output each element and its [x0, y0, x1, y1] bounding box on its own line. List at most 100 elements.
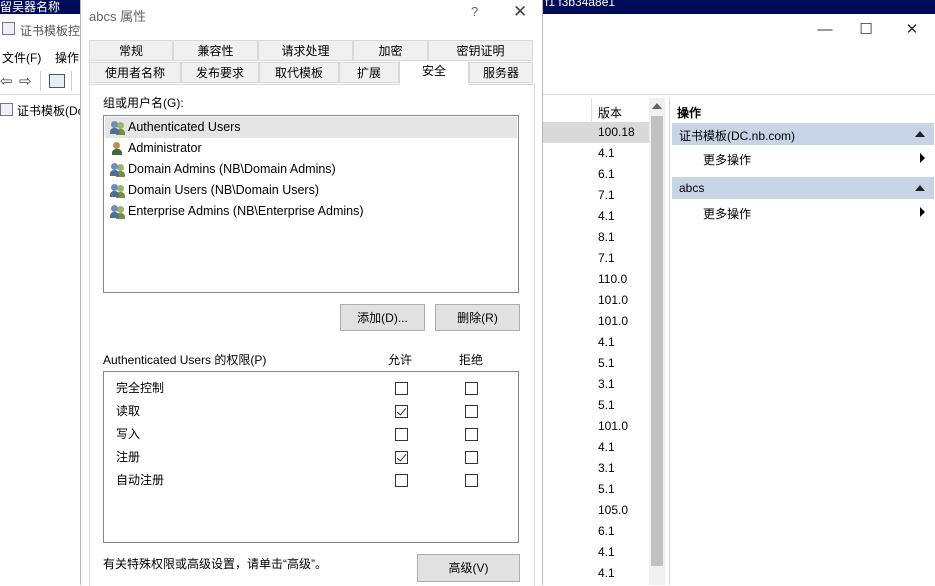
- permission-name: 读取: [116, 404, 141, 418]
- permission-name: 注册: [116, 450, 141, 464]
- menu-file[interactable]: 文件(F): [2, 49, 41, 66]
- template-version-row[interactable]: 4.1: [543, 437, 649, 458]
- user-list-item[interactable]: Domain Admins (NB\Domain Admins): [105, 159, 517, 180]
- user-list-item[interactable]: Administrator: [105, 138, 517, 159]
- action-item-label: 更多操作: [703, 207, 752, 221]
- user-list-item[interactable]: Authenticated Users: [105, 117, 517, 138]
- template-version-row[interactable]: 7.1: [543, 185, 649, 206]
- allow-checkbox[interactable]: [395, 451, 408, 464]
- template-version-row[interactable]: 105.0: [543, 500, 649, 521]
- template-version-row[interactable]: 5.1: [543, 353, 649, 374]
- tab-extensions[interactable]: 扩展: [339, 62, 399, 83]
- top-strip-right-text: f1 f3b34a8e1: [545, 0, 616, 9]
- template-node-icon: [0, 103, 13, 116]
- tab-server[interactable]: 服务器: [469, 62, 533, 83]
- users-listbox[interactable]: Authenticated Users Administrator Domain A…: [103, 115, 519, 293]
- allow-checkbox[interactable]: [395, 382, 408, 395]
- allow-checkbox[interactable]: [395, 474, 408, 487]
- user-name-label: Administrator: [128, 141, 202, 155]
- template-version-row[interactable]: 100.18: [543, 122, 649, 143]
- tab-compatibility[interactable]: 兼容性: [173, 40, 258, 61]
- template-version-row[interactable]: 5.1: [543, 479, 649, 500]
- action-group-cert-templates[interactable]: 证书模板(DC.nb.com): [672, 123, 934, 145]
- template-version-row[interactable]: 101.0: [543, 290, 649, 311]
- forward-arrow-icon[interactable]: ⇨: [19, 72, 32, 90]
- minimize-button[interactable]: —: [815, 22, 835, 38]
- template-version-row[interactable]: 110.0: [543, 269, 649, 290]
- tab-subject-name[interactable]: 使用者名称: [89, 62, 181, 83]
- user-list-item[interactable]: Enterprise Admins (NB\Enterprise Admins): [105, 201, 517, 222]
- maximize-button[interactable]: ☐: [856, 22, 876, 38]
- template-version-row[interactable]: 4.1: [543, 563, 649, 584]
- permission-row: 自动注册: [104, 467, 518, 489]
- allow-checkbox[interactable]: [395, 405, 408, 418]
- tab-request-handling[interactable]: 请求处理: [258, 40, 353, 61]
- scroll-up-icon[interactable]: [652, 103, 662, 109]
- template-version-row[interactable]: 5.1: [543, 395, 649, 416]
- back-arrow-icon[interactable]: ⇦: [0, 72, 13, 90]
- console-tree: 证书模板(Dc: [0, 98, 84, 585]
- allow-checkbox[interactable]: [395, 428, 408, 441]
- deny-checkbox[interactable]: [465, 405, 478, 418]
- version-list: 100.18 4.1 6.1 7.1 4.1 8.1 7.1 110.0 101.0 101.0 4…: [543, 122, 649, 584]
- template-version-row[interactable]: 6.1: [543, 521, 649, 542]
- template-version-row[interactable]: 101.0: [543, 416, 649, 437]
- action-group-abcs[interactable]: abcs: [672, 177, 934, 199]
- template-version-row[interactable]: 3.1: [543, 374, 649, 395]
- menu-action[interactable]: 操作: [55, 49, 79, 66]
- template-version-row[interactable]: 3.1: [543, 458, 649, 479]
- template-version-row[interactable]: 4.1: [543, 143, 649, 164]
- action-more-actions[interactable]: 更多操作: [672, 148, 934, 168]
- action-more-actions[interactable]: 更多操作: [672, 202, 934, 222]
- permission-row: 注册: [104, 444, 518, 466]
- console-tree-icon[interactable]: [49, 74, 65, 88]
- tab-cryptography[interactable]: 加密: [353, 40, 428, 61]
- deny-checkbox[interactable]: [465, 474, 478, 487]
- dialog-close-button[interactable]: ✕: [513, 2, 527, 22]
- deny-column-header: 拒绝: [459, 353, 484, 367]
- collapse-caret-icon[interactable]: [915, 185, 925, 191]
- template-version-row[interactable]: 101.0: [543, 311, 649, 332]
- advanced-button[interactable]: 高级(V): [417, 554, 520, 582]
- permission-name: 写入: [116, 427, 141, 441]
- version-column-header[interactable]: 版本: [543, 98, 649, 123]
- template-version-row[interactable]: 7.1: [543, 248, 649, 269]
- template-version-row[interactable]: 4.1: [543, 206, 649, 227]
- help-button[interactable]: ?: [471, 4, 478, 19]
- collapse-caret-icon[interactable]: [915, 131, 925, 137]
- add-button[interactable]: 添加(D)...: [340, 304, 425, 331]
- action-group-label: 证书模板(DC.nb.com): [679, 129, 796, 143]
- deny-checkbox[interactable]: [465, 428, 478, 441]
- deny-checkbox[interactable]: [465, 382, 478, 395]
- group-users-icon: [110, 163, 126, 177]
- vertical-scrollbar[interactable]: [649, 98, 665, 585]
- version-header-label: 版本: [598, 106, 623, 120]
- tree-node-cert-templates[interactable]: 证书模板(Dc: [17, 102, 84, 119]
- user-icon: [110, 142, 126, 156]
- template-version-row[interactable]: 4.1: [543, 332, 649, 353]
- user-name-label: Domain Admins (NB\Domain Admins): [128, 162, 336, 176]
- template-version-row[interactable]: 8.1: [543, 227, 649, 248]
- tab-issuance-requirements[interactable]: 发布要求: [181, 62, 259, 83]
- user-name-label: Authenticated Users: [128, 120, 241, 134]
- tab-security[interactable]: 安全: [399, 60, 469, 85]
- tab-general[interactable]: 常规: [89, 40, 173, 61]
- app-icon: [2, 22, 15, 35]
- deny-checkbox[interactable]: [465, 451, 478, 464]
- permissions-title: Authenticated Users 的权限(P): [103, 353, 267, 367]
- template-version-row[interactable]: 4.1: [543, 542, 649, 563]
- template-version-row[interactable]: 6.1: [543, 164, 649, 185]
- tab-key-attestation[interactable]: 密钥证明: [428, 40, 533, 61]
- group-users-icon: [110, 184, 126, 198]
- remove-button[interactable]: 删除(R): [435, 304, 520, 331]
- permission-row: 完全控制: [104, 375, 518, 397]
- window-close-button[interactable]: ✕: [902, 22, 922, 38]
- group-users-icon: [110, 121, 126, 135]
- scroll-thumb[interactable]: [651, 116, 663, 566]
- group-users-icon: [110, 205, 126, 219]
- permission-row: 读取: [104, 398, 518, 420]
- user-list-item[interactable]: Domain Users (NB\Domain Users): [105, 180, 517, 201]
- top-strip-left-text: 留吴器名称: [0, 0, 61, 14]
- tab-superseded-templates[interactable]: 取代模板: [259, 62, 339, 83]
- permission-name: 完全控制: [116, 381, 165, 395]
